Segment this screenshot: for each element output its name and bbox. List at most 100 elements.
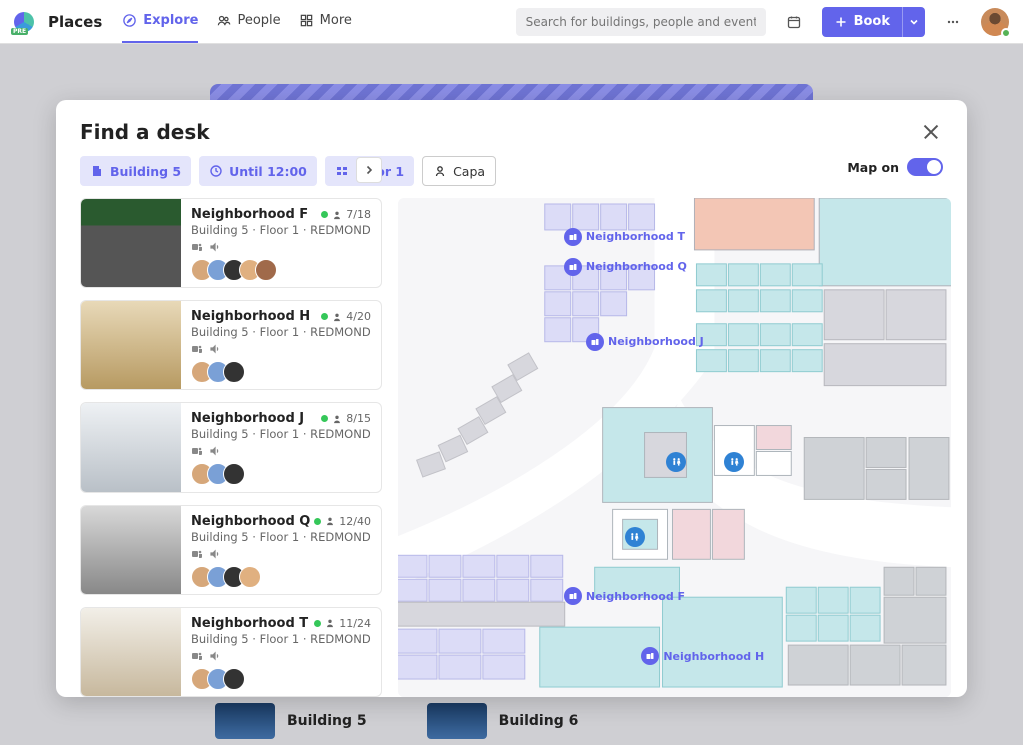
result-thumb [81,608,181,696]
modal-title: Find a desk [80,120,210,144]
result-card[interactable]: Neighborhood J Building 5 · Floor 1 · RE… [80,402,382,492]
nav-tab-label: People [237,13,280,28]
search-input[interactable] [524,14,758,30]
result-thumb [81,199,181,287]
status-dot-icon [314,518,321,525]
filter-label: Building 5 [110,164,181,179]
chevron-right-icon [363,164,375,176]
calendar-button[interactable] [780,8,808,36]
results-list: Neighborhood F Building 5 · Floor 1 · RE… [80,198,382,697]
capacity-badge: 12/40 [314,515,371,528]
plus-icon [834,15,848,29]
profile-avatar[interactable] [981,8,1009,36]
capacity-value: 12/40 [339,515,371,528]
map-pin[interactable]: Neighborhood T [564,228,685,246]
map-pin[interactable]: Neighborhood Q [564,258,687,276]
nav-tabs: Explore People More [122,0,352,43]
capacity-value: 11/24 [339,617,371,630]
result-card[interactable]: Neighborhood H Building 5 · Floor 1 · RE… [80,300,382,390]
result-features [191,445,371,457]
map-pin[interactable]: Neighborhood H [641,647,764,665]
top-bar: Places Explore People More Book [0,0,1023,44]
book-dropdown[interactable] [902,7,925,37]
nearby-card[interactable]: Building 6 [427,703,579,739]
book-button[interactable]: Book [822,7,902,37]
more-button[interactable] [939,8,967,36]
calendar-icon [786,14,802,30]
pin-label: Neighborhood Q [586,260,687,273]
status-dot-icon [321,313,328,320]
teams-icon [191,343,203,355]
map-toggle-switch[interactable] [907,158,943,176]
result-location: Building 5 · Floor 1 · REDMOND [191,427,371,441]
nav-tab-more[interactable]: More [299,0,352,43]
capacity-badge: 7/18 [321,208,371,221]
filters-scroll-right[interactable] [356,157,382,183]
presence-indicator-icon [1001,28,1011,38]
person-icon [325,618,335,628]
close-button[interactable] [919,120,943,144]
pin-icon [641,647,659,665]
grid-icon [299,13,314,28]
result-thumb [81,506,181,594]
building-icon [90,164,104,178]
floor-map[interactable]: Neighborhood T Neighborhood Q Neighborhood… [398,198,951,697]
attendee-avatar [223,668,245,690]
result-thumb [81,301,181,389]
nearby-label: Building 5 [287,713,367,729]
pin-label: Neighborhood J [608,335,704,348]
result-features [191,650,371,662]
person-icon [332,312,342,322]
filter-time[interactable]: Until 12:00 [199,156,317,186]
chevron-down-icon [909,17,919,27]
result-card[interactable]: Neighborhood T Building 5 · Floor 1 · RE… [80,607,382,697]
restroom-icon [671,457,682,468]
map-pin[interactable]: Neighborhood F [564,587,685,605]
attendee-avatar [239,566,261,588]
search-box[interactable] [516,8,766,36]
audio-icon [209,343,221,355]
nav-tab-label: More [320,13,352,28]
audio-icon [209,548,221,560]
amenity-restroom[interactable] [625,527,645,547]
building-thumb [427,703,487,739]
attendee-avatars [191,463,371,485]
teams-icon [191,650,203,662]
book-split-button: Book [822,7,925,37]
attendee-avatars [191,361,371,383]
filter-label: Capa [453,164,485,179]
teams-icon [191,445,203,457]
app-title: Places [48,13,102,31]
result-card[interactable]: Neighborhood F Building 5 · Floor 1 · RE… [80,198,382,288]
attendee-avatars [191,566,371,588]
audio-icon [209,445,221,457]
filter-building[interactable]: Building 5 [80,156,191,186]
nav-tab-people[interactable]: People [216,0,280,43]
filters-bar: Building 5 Until 12:00 Floor 1 Capa Map … [56,156,967,198]
capacity-badge: 8/15 [321,412,371,425]
person-icon [332,210,342,220]
ellipsis-icon [945,14,961,30]
result-thumb [81,403,181,491]
app-logo-icon [14,12,34,32]
result-features [191,241,371,253]
nearby-card[interactable]: Building 5 [215,703,367,739]
result-card[interactable]: Neighborhood Q Building 5 · Floor 1 · RE… [80,505,382,595]
floor-icon [335,164,349,178]
map-toggle-label: Map on [847,160,899,175]
attendee-avatars [191,668,371,690]
map-pin[interactable]: Neighborhood J [586,333,704,351]
result-location: Building 5 · Floor 1 · REDMOND [191,325,371,339]
result-features [191,343,371,355]
pin-icon [564,587,582,605]
status-dot-icon [314,620,321,627]
capacity-badge: 4/20 [321,310,371,323]
people-icon [216,13,231,28]
book-label: Book [854,14,890,29]
pin-icon [586,333,604,351]
restroom-icon [629,532,640,543]
filter-capacity[interactable]: Capa [422,156,496,186]
result-location: Building 5 · Floor 1 · REDMOND [191,223,371,237]
nav-tab-explore[interactable]: Explore [122,0,198,43]
audio-icon [209,650,221,662]
